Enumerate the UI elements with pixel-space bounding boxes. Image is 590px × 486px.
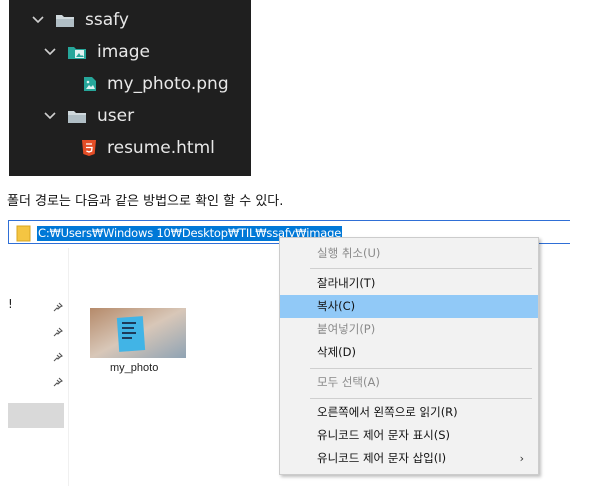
menu-item-copy[interactable]: 복사(C) [280,295,538,318]
tree-item-label: resume.html [107,138,215,158]
navigation-pane [0,248,69,486]
file-name-label: my_photo [110,362,159,374]
tree-item-label: ssafy [85,10,129,30]
folder-open-icon [68,110,86,123]
menu-separator [310,398,532,399]
pin-icon[interactable] [53,302,63,312]
file-tree-panel: ssafy image my_photo.png user resume.htm… [9,0,251,176]
tree-item-label: image [97,42,150,62]
caption-text: 폴더 경로는 다음과 같은 방법으로 확인 할 수 있다. [7,194,284,209]
menu-item-paste[interactable]: 붙여넣기(P) [280,318,538,341]
submenu-arrow-icon: › [519,452,524,465]
nav-item-selected[interactable] [8,403,64,428]
image-file-icon [84,77,96,91]
tree-item-ssafy[interactable]: ssafy [31,4,129,36]
menu-item-delete[interactable]: 삭제(D) [280,341,538,364]
chevron-down-icon [32,16,44,24]
menu-item-rtl-reading[interactable]: 오른쪽에서 왼쪽으로 읽기(R) [280,401,538,424]
folder-open-icon [56,14,74,27]
image-thumbnail[interactable] [90,308,186,358]
menu-separator [310,268,532,269]
pin-icon[interactable] [53,327,63,337]
chevron-down-icon [44,48,56,56]
tree-item-user[interactable]: user [43,100,134,132]
chevron-down-icon [44,112,56,120]
tree-item-label: my_photo.png [107,74,229,94]
menu-item-label: 유니코드 제어 문자 삽입(I) [317,451,447,465]
menu-item-show-unicode[interactable]: 유니코드 제어 문자 표시(S) [280,424,538,447]
menu-separator [310,368,532,369]
tree-item-my-photo[interactable]: my_photo.png [83,68,229,100]
folder-icon [16,225,31,242]
menu-item-select-all[interactable]: 모두 선택(A) [280,371,538,394]
nav-item-label: ! [8,297,13,311]
pin-icon[interactable] [53,377,63,387]
tree-item-label: user [97,106,135,126]
html5-icon [82,140,96,156]
context-menu: 실행 취소(U) 잘라내기(T) 복사(C) 붙여넣기(P) 삭제(D) 모두 … [279,237,539,475]
image-folder-icon [68,46,86,59]
tree-item-image[interactable]: image [43,36,150,68]
tree-item-resume[interactable]: resume.html [81,132,215,164]
menu-item-insert-unicode[interactable]: 유니코드 제어 문자 삽입(I) › [280,447,538,470]
pin-icon[interactable] [53,352,63,362]
menu-item-cut[interactable]: 잘라내기(T) [280,272,538,295]
menu-item-undo[interactable]: 실행 취소(U) [280,242,538,265]
